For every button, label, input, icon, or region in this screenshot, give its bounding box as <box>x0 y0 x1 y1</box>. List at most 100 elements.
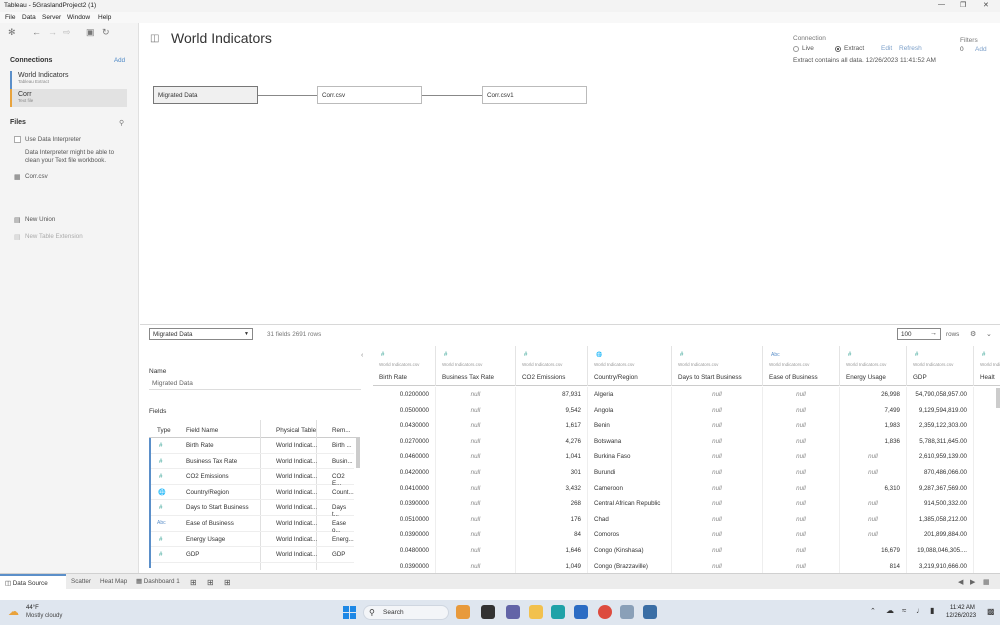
grid-view-icon[interactable]: ▦ <box>983 578 990 586</box>
tableau-icon[interactable] <box>620 605 634 619</box>
grid-cell[interactable]: 0.0420000 <box>373 465 435 481</box>
grid-cell[interactable]: null <box>436 559 515 573</box>
column-header[interactable]: # World Indicators.csv Birth Rate <box>373 346 436 386</box>
prev-icon[interactable]: ◀ <box>958 578 963 586</box>
grid-cell[interactable]: 1,646 <box>516 543 587 559</box>
grid-cell[interactable]: 3,219,910,666.00 <box>907 559 973 573</box>
tableau-logo-icon[interactable]: ✻ <box>8 27 16 38</box>
field-row[interactable]: # CO2 Emissions World Indicat... CO2 E... <box>151 469 354 487</box>
number-icon[interactable]: # <box>524 352 527 358</box>
physical-table-header[interactable]: Physical Table <box>276 427 316 434</box>
node-migrated-data[interactable]: Migrated Data <box>153 86 258 104</box>
search-icon[interactable]: ⚲ <box>119 119 124 127</box>
grid-cell[interactable]: 0.0510000 <box>373 512 435 528</box>
grid-cell[interactable]: 0.0410000 <box>373 481 435 497</box>
grid-cell[interactable]: null <box>763 449 839 465</box>
type-header[interactable]: Type <box>157 427 171 434</box>
grid-cell[interactable]: null <box>672 543 762 559</box>
start-icon[interactable] <box>343 606 356 619</box>
datasource-title[interactable]: World Indicators <box>171 30 272 46</box>
field-row[interactable]: # Business Tax Rate World Indicat... Busin.… <box>151 454 354 470</box>
node-corr-csv[interactable]: Corr.csv <box>317 86 422 104</box>
grid-cell[interactable]: Algeria <box>588 387 671 403</box>
grid-cell[interactable]: 3,432 <box>516 481 587 497</box>
grid-cell[interactable]: null <box>672 559 762 573</box>
new-union-link[interactable]: New Union <box>25 216 55 223</box>
grid-cell[interactable]: Congo (Brazzaville) <box>588 559 671 573</box>
grid-cell[interactable]: 6,310 <box>840 481 906 497</box>
number-icon[interactable]: # <box>444 352 447 358</box>
interpreter-checkbox[interactable] <box>14 136 21 143</box>
column-header[interactable]: # World Indicators.csv Healt <box>974 346 1000 386</box>
grid-cell[interactable]: 0.0270000 <box>373 434 435 450</box>
tab-scatter[interactable]: Scatter <box>71 574 91 589</box>
forward-icon[interactable]: → <box>48 27 57 37</box>
add-connection-link[interactable]: Add <box>114 57 125 64</box>
tab-data-source[interactable]: ◫ Data Source <box>0 574 66 589</box>
grid-cell[interactable]: null <box>672 403 762 419</box>
grid-cell[interactable]: null <box>672 465 762 481</box>
edge-icon[interactable] <box>551 605 565 619</box>
grid-cell[interactable]: 0.0430000 <box>373 418 435 434</box>
grid-cell[interactable]: 914,500,332.00 <box>907 496 973 512</box>
refresh-icon[interactable]: ↻ <box>102 27 110 38</box>
number-icon[interactable]: # <box>381 352 384 358</box>
grid-cell[interactable]: Congo (Kinshasa) <box>588 543 671 559</box>
number-icon[interactable]: # <box>680 352 683 358</box>
redo-icon[interactable]: ⇨ <box>63 27 71 38</box>
grid-cell[interactable]: 870,486,066.00 <box>907 465 973 481</box>
connection-corr[interactable]: Corr Text file <box>10 89 127 107</box>
grid-cell[interactable]: null <box>436 481 515 497</box>
grid-cell[interactable]: Botswana <box>588 434 671 450</box>
grid-cell[interactable]: 201,899,884.00 <box>907 527 973 543</box>
menu-help[interactable]: Help <box>98 14 111 21</box>
string-icon[interactable]: Abc <box>771 352 780 358</box>
grid-cell[interactable]: 84 <box>516 527 587 543</box>
grid-cell[interactable]: null <box>436 403 515 419</box>
grid-cell[interactable]: 301 <box>516 465 587 481</box>
grid-cell[interactable]: null <box>763 465 839 481</box>
grid-cell[interactable]: null <box>763 496 839 512</box>
menu-file[interactable]: File <box>5 14 15 21</box>
maximize-icon[interactable]: ❐ <box>960 1 966 9</box>
grid-cell[interactable]: 0.0390000 <box>373 527 435 543</box>
save-icon[interactable]: ▣ <box>86 27 95 38</box>
grid-cell[interactable]: null <box>763 434 839 450</box>
node-corr-csv1[interactable]: Corr.csv1 <box>482 86 587 104</box>
chevron-up-icon[interactable]: ⌃ <box>870 607 876 615</box>
battery-icon[interactable]: ▮ <box>930 606 934 615</box>
chevron-down-icon[interactable]: ⌄ <box>986 330 992 338</box>
filters-add-link[interactable]: Add <box>975 46 987 53</box>
file-corr-csv[interactable]: Corr.csv <box>25 173 48 180</box>
grid-cell[interactable]: null <box>763 559 839 573</box>
field-row[interactable]: # GDP World Indicat... GDP <box>151 547 354 563</box>
grid-cell[interactable]: 814 <box>840 559 906 573</box>
notification-icon[interactable]: ▩ <box>987 607 995 616</box>
grid-cell[interactable]: 1,836 <box>840 434 906 450</box>
grid-cell[interactable]: null <box>840 465 906 481</box>
app-icon[interactable] <box>506 605 520 619</box>
taskbar-search[interactable]: ⚲ Search <box>363 605 449 620</box>
grid-cell[interactable]: null <box>672 481 762 497</box>
grid-cell[interactable]: null <box>436 449 515 465</box>
grid-cell[interactable]: 87,931 <box>516 387 587 403</box>
grid-cell[interactable]: null <box>672 449 762 465</box>
tab-dashboard-1[interactable]: ▦ Dashboard 1 <box>136 574 180 589</box>
back-icon[interactable]: ← <box>32 27 41 37</box>
grid-cell[interactable]: null <box>436 496 515 512</box>
grid-cell[interactable]: 0.0460000 <box>373 449 435 465</box>
grid-cell[interactable]: 0.0390000 <box>373 559 435 573</box>
grid-cell[interactable]: 16,679 <box>840 543 906 559</box>
grid-cell[interactable]: 0.0480000 <box>373 543 435 559</box>
tab-heat-map[interactable]: Heat Map <box>100 574 127 589</box>
grid-cell[interactable]: null <box>763 527 839 543</box>
grid-cell[interactable]: null <box>436 465 515 481</box>
grid-cell[interactable]: Central African Republic <box>588 496 671 512</box>
menu-server[interactable]: Server <box>42 14 61 21</box>
grid-cell[interactable]: 1,617 <box>516 418 587 434</box>
grid-cell[interactable]: null <box>763 403 839 419</box>
menu-window[interactable]: Window <box>67 14 90 21</box>
volume-icon[interactable]: ♩ <box>916 606 924 615</box>
weather-icon[interactable]: ☁ <box>8 605 19 618</box>
collapse-icon[interactable]: ‹ <box>361 352 363 359</box>
